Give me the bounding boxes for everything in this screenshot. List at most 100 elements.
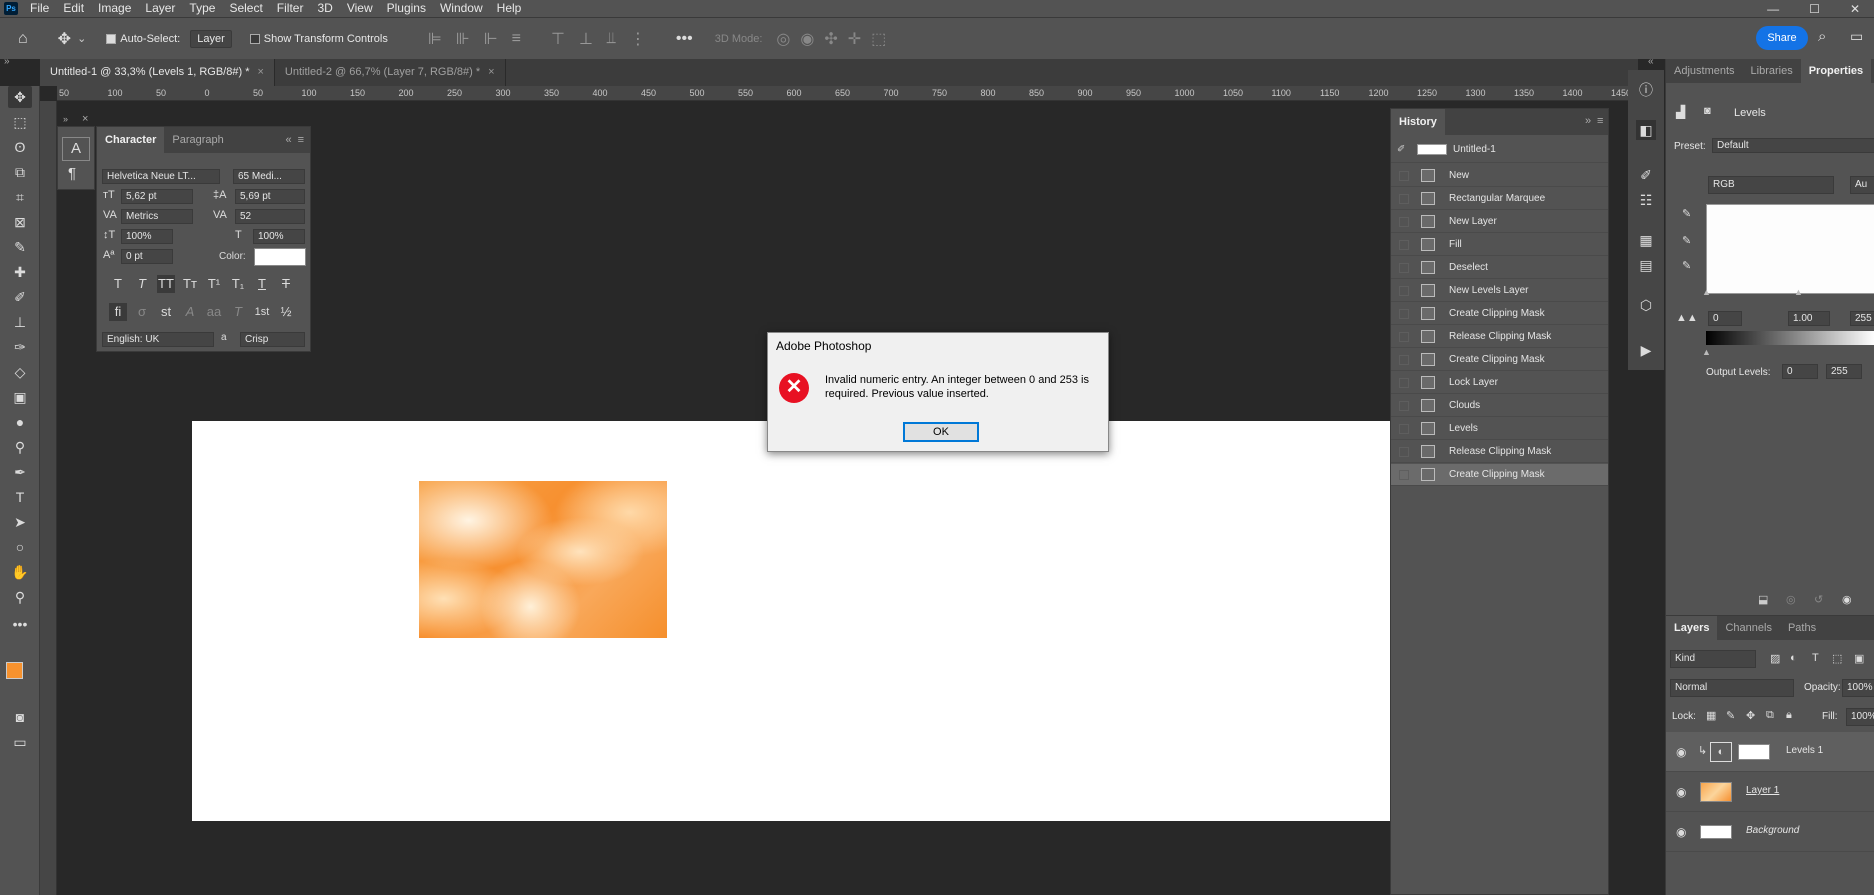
chevron-down-icon[interactable]: ⌄ (77, 32, 86, 45)
lock-image-icon[interactable]: ✎ (1726, 709, 1735, 722)
3d-orbit-icon[interactable]: ◎ (776, 29, 790, 49)
preset-select[interactable]: Default (1712, 138, 1874, 153)
collapse-panels-icon[interactable]: « (1648, 56, 1654, 67)
font-size-field[interactable]: 5,62 pt (121, 189, 193, 204)
anti-alias-select[interactable]: Crisp (240, 332, 305, 347)
history-source-checkbox[interactable] (1399, 309, 1409, 319)
history-step[interactable]: Levels (1391, 418, 1608, 440)
horizontal-scale-field[interactable]: 100% (253, 229, 305, 244)
tracking-field[interactable]: 52 (235, 209, 305, 224)
align-top-icon[interactable]: ⊤ (551, 29, 565, 49)
history-source-checkbox[interactable] (1399, 286, 1409, 296)
menu-type[interactable]: Type (183, 0, 223, 17)
zoom-tool-icon[interactable]: ⚲ (8, 586, 32, 608)
discretionary-ligatures-icon[interactable]: st (157, 303, 175, 321)
menu-window[interactable]: Window (434, 0, 491, 17)
history-step[interactable]: New Layer (1391, 211, 1608, 233)
opacity-field[interactable]: 100% (1842, 679, 1874, 697)
auto-button[interactable]: Au (1850, 176, 1874, 194)
history-step[interactable]: Create Clipping Mask (1391, 349, 1608, 371)
swash-icon[interactable]: A (181, 303, 199, 321)
ordinals-icon[interactable]: 1st (253, 303, 271, 321)
3d-scale-icon[interactable]: ⬚ (871, 29, 886, 49)
history-step[interactable]: Lock Layer (1391, 372, 1608, 394)
lock-artboard-icon[interactable]: ⧉ (1766, 709, 1774, 722)
collapse-icon[interactable]: » (1585, 115, 1591, 127)
history-source-checkbox[interactable] (1399, 424, 1409, 434)
align-right-icon[interactable]: ⊩ (484, 29, 498, 49)
distribute-vertical-icon[interactable]: ⋮ (630, 29, 646, 49)
tab-history[interactable]: History (1391, 109, 1445, 135)
history-brush-icon[interactable]: ✑ (8, 336, 32, 358)
marquee-tool-icon[interactable]: ⬚ (8, 111, 32, 133)
home-icon[interactable]: ⌂ (18, 30, 28, 48)
tab-paths[interactable]: Paths (1780, 616, 1824, 640)
document-canvas[interactable] (192, 421, 1390, 821)
menu-select[interactable]: Select (223, 0, 270, 17)
transform-controls-checkbox[interactable] (249, 33, 264, 45)
reset-icon[interactable]: ↺ (1814, 593, 1823, 606)
input-gamma-slider[interactable]: ▲ (1794, 287, 1803, 297)
3d-slide-icon[interactable]: ✛ (848, 29, 861, 49)
visibility-eye-icon[interactable]: ◉ (1842, 593, 1852, 606)
history-source-checkbox[interactable] (1399, 240, 1409, 250)
align-bottom-icon[interactable]: ⫫ (607, 30, 616, 48)
history-step[interactable]: Deselect (1391, 257, 1608, 279)
tab-layers[interactable]: Layers (1666, 616, 1718, 640)
history-source-checkbox[interactable] (1399, 217, 1409, 227)
blur-tool-icon[interactable]: ● (8, 411, 32, 433)
menu-edit[interactable]: Edit (57, 0, 92, 17)
tab-untitled-2[interactable]: Untitled-2 @ 66,7% (Layer 7, RGB/8#) * × (275, 59, 506, 86)
path-select-icon[interactable]: ➤ (8, 511, 32, 533)
minimize-button[interactable]: — (1767, 2, 1779, 16)
character-panel-icon[interactable]: A (62, 137, 90, 161)
tab-untitled-1[interactable]: Untitled-1 @ 33,3% (Levels 1, RGB/8#) * × (40, 59, 275, 86)
baseline-shift-field[interactable]: 0 pt (121, 249, 173, 264)
tab-paragraph[interactable]: Paragraph (164, 127, 231, 153)
menu-view[interactable]: View (341, 0, 381, 17)
layer-row-background[interactable]: ◉ Background (1666, 812, 1874, 852)
menu-help[interactable]: Help (491, 0, 530, 17)
dodge-tool-icon[interactable]: ⚲ (8, 436, 32, 458)
language-select[interactable]: English: UK (102, 332, 214, 347)
filter-shape-icon[interactable]: ⬚ (1832, 652, 1842, 665)
align-middle-icon[interactable]: ⊥ (579, 29, 593, 49)
all-caps-icon[interactable]: TT (157, 275, 175, 293)
history-source-checkbox[interactable] (1399, 171, 1409, 181)
underline-icon[interactable]: T (253, 275, 271, 293)
actions-play-icon[interactable]: ▶ (1636, 340, 1656, 360)
layer-row-layer-1[interactable]: ◉ Layer 1 (1666, 772, 1874, 812)
hand-tool-icon[interactable]: ✋ (8, 561, 32, 583)
history-step[interactable]: New Levels Layer (1391, 280, 1608, 302)
titling-alternates-icon[interactable]: T (229, 303, 247, 321)
history-step[interactable]: Release Clipping Mask (1391, 326, 1608, 348)
type-tool-icon[interactable]: T (8, 486, 32, 508)
collapse-toolbar-icon[interactable]: » (4, 56, 10, 67)
tab-libraries[interactable]: Libraries (1743, 59, 1801, 83)
crop-tool-icon[interactable]: ⌗ (8, 186, 32, 208)
3d-pan-icon[interactable]: ✣ (824, 29, 837, 49)
panel-menu-icon[interactable]: ≡ (1597, 115, 1603, 127)
clone-stamp-icon[interactable]: ⊥ (8, 311, 32, 333)
menu-3d[interactable]: 3D (311, 0, 340, 17)
brush-settings-icon[interactable]: ✐ (1636, 165, 1656, 185)
fill-field[interactable]: 100% (1846, 708, 1874, 726)
channel-select[interactable]: RGB (1708, 176, 1834, 194)
history-step[interactable]: Clouds (1391, 395, 1608, 417)
input-black-slider[interactable]: ▲ (1702, 287, 1711, 297)
white-eyedropper-icon[interactable]: ✎ (1682, 259, 1691, 272)
tab-character[interactable]: Character (97, 127, 165, 153)
close-icon[interactable]: × (82, 113, 88, 125)
distribute-icon[interactable]: ≡ (512, 30, 521, 48)
menu-image[interactable]: Image (92, 0, 139, 17)
history-step[interactable]: Release Clipping Mask (1391, 441, 1608, 463)
history-source-checkbox[interactable] (1399, 332, 1409, 342)
gradient-tool-icon[interactable]: ▣ (8, 386, 32, 408)
history-step[interactable]: New (1391, 165, 1608, 187)
fractions-icon[interactable]: ½ (277, 303, 295, 321)
view-previous-icon[interactable]: ◎ (1786, 593, 1796, 606)
quick-mask-icon[interactable]: ◙ (8, 706, 32, 728)
lock-all-icon[interactable]: 🔒︎ (1786, 709, 1792, 722)
gray-eyedropper-icon[interactable]: ✎ (1682, 234, 1691, 247)
history-source-checkbox[interactable] (1399, 355, 1409, 365)
